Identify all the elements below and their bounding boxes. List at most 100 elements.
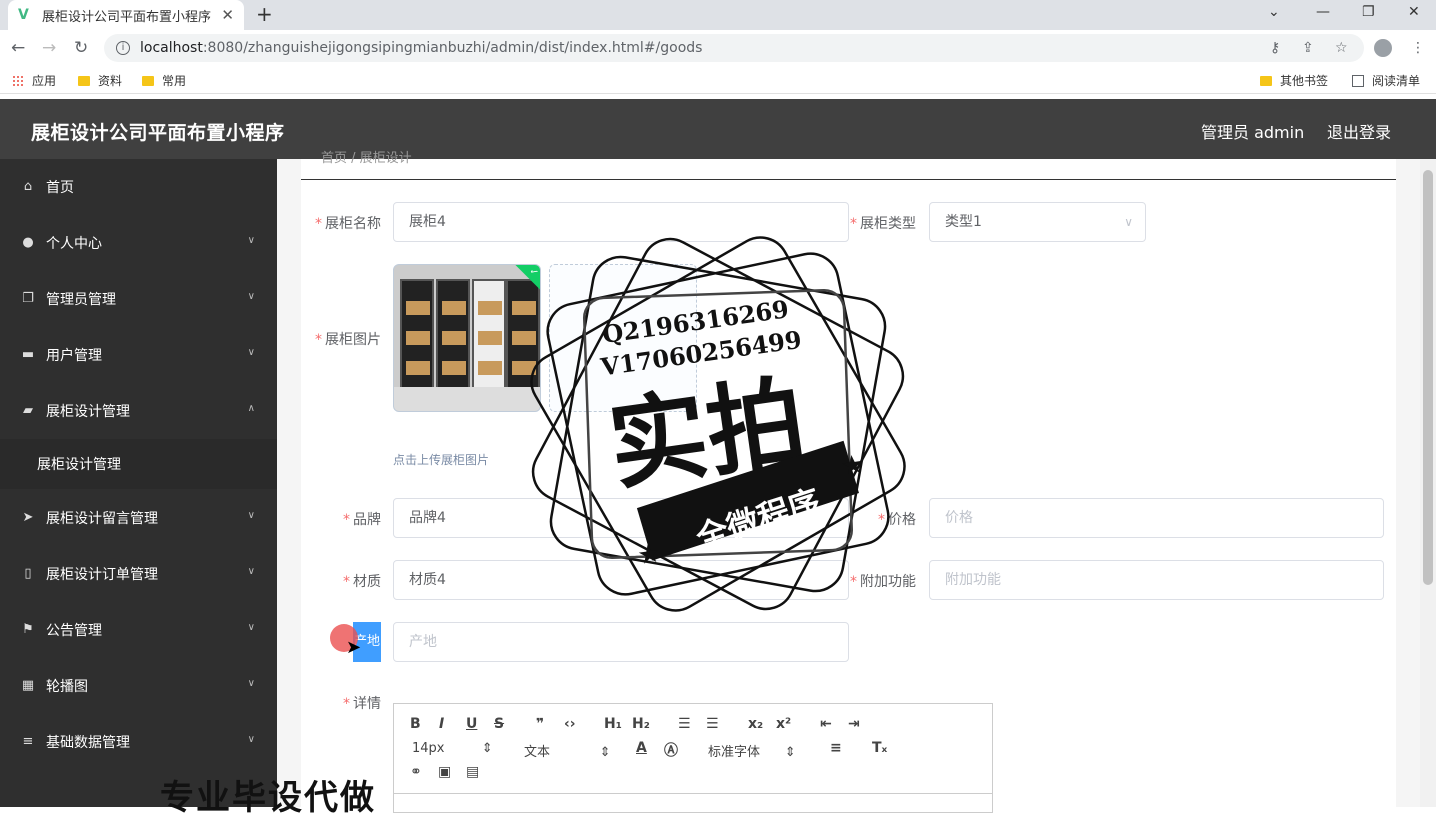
flag-icon: ⚑ (22, 622, 34, 637)
font-family-select[interactable]: 标准字体 ⇕ (708, 741, 796, 760)
sidebar-item-notices[interactable]: ⚑ 公告管理 ∨ (0, 602, 277, 658)
type-select[interactable]: 类型1 ∨ (929, 202, 1146, 242)
user-icon: ● (22, 235, 34, 250)
sidebar-item-profile[interactable]: ● 个人中心 ∨ (0, 215, 277, 271)
reload-icon[interactable]: ↻ (74, 38, 88, 58)
restore-button[interactable]: ❐ (1362, 4, 1375, 20)
font-color-icon[interactable]: A (636, 740, 647, 756)
h1-icon[interactable]: H₁ (604, 716, 622, 732)
sidebar-item-home[interactable]: ⌂ 首页 (0, 159, 277, 215)
new-tab-button[interactable]: + (256, 2, 273, 26)
type-label: * 展柜类型 (850, 216, 916, 232)
breadcrumb: 首页 / 展柜设计 (321, 151, 412, 166)
sidebar-item-carousel[interactable]: ▦ 轮播图 ∨ (0, 658, 277, 714)
sidebar-item-label: 首页 (46, 180, 74, 196)
ordered-list-icon[interactable]: ☰ (678, 716, 691, 732)
submenu-item-design-manage[interactable]: 展柜设计管理 (0, 439, 277, 489)
extra-input[interactable]: 附加功能 (929, 560, 1384, 600)
chevron-down-icon: ∨ (247, 734, 255, 745)
outdent-icon[interactable]: ⇤ (820, 716, 832, 732)
scrollbar-thumb[interactable] (1423, 170, 1433, 585)
back-arrow-icon[interactable]: ← (11, 38, 25, 58)
video-icon[interactable]: ▤ (466, 764, 479, 780)
browser-tab[interactable]: V 展柜设计公司平面布置小程序 ✕ (8, 0, 244, 30)
font-size-select[interactable]: 14px ⇕ (412, 741, 493, 756)
bookmark-folder[interactable]: 常用 (142, 72, 186, 89)
profile-avatar[interactable] (1374, 39, 1392, 57)
bold-icon[interactable]: B (410, 716, 421, 732)
chevron-up-icon: ∧ (247, 403, 255, 414)
sidebar-item-label: 展柜设计留言管理 (46, 511, 158, 527)
divider (301, 179, 1396, 180)
uploaded-image-thumbnail[interactable]: ✓ (393, 264, 541, 412)
copy-icon: ❐ (22, 291, 34, 306)
code-icon[interactable]: ‹› (564, 716, 576, 732)
tab-title: 展柜设计公司平面布置小程序 (42, 9, 212, 25)
bookmark-label: 常用 (162, 74, 187, 88)
bookmark-apps[interactable]: 应用 (12, 72, 56, 89)
rich-text-editor[interactable]: B I U S ❞ ‹› H₁ H₂ ☰ ☰ x₂ x² ⇤ ⇥ 14px ⇕ … (393, 703, 993, 813)
apps-grid-icon (12, 74, 24, 87)
bullet-list-icon[interactable]: ☰ (706, 716, 719, 732)
bookmark-star-icon[interactable]: ☆ (1335, 40, 1348, 56)
other-bookmarks[interactable]: 其他书签 (1260, 72, 1328, 89)
send-icon: ➤ (22, 510, 34, 525)
sidebar-item-orders[interactable]: ▯ 展柜设计订单管理 ∨ (0, 546, 277, 602)
logout-button[interactable]: 退出登录 (1327, 119, 1391, 143)
sidebar-item-label: 展柜设计订单管理 (46, 567, 158, 583)
font-family-value: 标准字体 (708, 745, 761, 760)
close-window-button[interactable]: ✕ (1408, 4, 1420, 20)
sidebar-item-admins[interactable]: ❐ 管理员管理 ∨ (0, 271, 277, 327)
subscript-icon[interactable]: x₂ (748, 716, 763, 732)
folder-icon (78, 75, 90, 86)
image-icon[interactable]: ▣ (438, 764, 451, 780)
sidebar-item-messages[interactable]: ➤ 展柜设计留言管理 ∨ (0, 490, 277, 546)
sidebar-item-design[interactable]: ▰ 展柜设计管理 ∧ (0, 383, 277, 439)
sidebar-item-label: 个人中心 (46, 236, 102, 252)
tab-close-icon[interactable]: ✕ (221, 6, 234, 24)
underline-icon[interactable]: U (466, 716, 477, 732)
strike-icon[interactable]: S (494, 716, 504, 732)
tab-search-icon[interactable]: ⌄ (1268, 4, 1280, 20)
minimize-button[interactable]: — (1316, 4, 1330, 20)
reading-list[interactable]: 阅读清单 (1352, 72, 1420, 89)
chevron-down-icon: ∨ (247, 510, 255, 521)
submenu-label: 展柜设计管理 (37, 457, 121, 473)
sidebar-item-label: 管理员管理 (46, 292, 116, 308)
link-icon[interactable]: ⚭ (410, 764, 422, 780)
h2-icon[interactable]: H₂ (632, 716, 650, 732)
bookmark-label: 应用 (32, 74, 57, 88)
brand-input[interactable]: 品牌4 (393, 498, 849, 538)
material-input[interactable]: 材质4 (393, 560, 849, 600)
browser-tab-strip: V 展柜设计公司平面布置小程序 ✕ + ⌄ — ❐ ✕ (0, 0, 1436, 30)
price-input[interactable]: 价格 (929, 498, 1384, 538)
share-icon[interactable]: ⇪ (1302, 40, 1314, 56)
superscript-icon[interactable]: x² (776, 716, 791, 732)
url-path: :8080/zhanguishejigongsipingmianbuzhi/ad… (202, 40, 703, 56)
chevron-down-icon: ∨ (247, 347, 255, 358)
sidebar-item-users[interactable]: ▬ 用户管理 ∨ (0, 327, 277, 383)
background-color-icon[interactable]: Ⓐ (664, 740, 678, 760)
chevron-down-icon: ∨ (247, 235, 255, 246)
bookmarks-bar: 应用 资料 常用 其他书签 阅读清单 (0, 66, 1436, 94)
name-input[interactable]: 展柜4 (393, 202, 849, 242)
url-input[interactable]: i localhost :8080/zhanguishejigongsiping… (104, 34, 1364, 62)
monitor-icon: ▬ (21, 347, 35, 362)
block-type-select[interactable]: 文本 ⇕ (524, 741, 611, 760)
quote-icon[interactable]: ❞ (536, 716, 544, 732)
sidebar-item-basic-data[interactable]: ≡ 基础数据管理 ∨ (0, 714, 277, 770)
menu-icon: ≡ (22, 734, 34, 749)
image-label: * 展柜图片 (315, 332, 381, 348)
upload-button[interactable] (549, 264, 697, 412)
site-info-icon[interactable]: i (116, 41, 130, 55)
indent-icon[interactable]: ⇥ (848, 716, 860, 732)
key-icon[interactable]: ⚷ (1270, 40, 1280, 56)
more-menu-icon[interactable]: ⋮ (1411, 40, 1425, 56)
clear-format-icon[interactable]: Tₓ (872, 740, 887, 756)
forward-arrow-icon[interactable]: → (42, 38, 56, 58)
align-icon[interactable]: ≡ (830, 740, 842, 756)
italic-icon[interactable]: I (439, 716, 444, 732)
bookmark-folder[interactable]: 资料 (78, 72, 122, 89)
origin-input[interactable]: 产地 (393, 622, 849, 662)
home-icon: ⌂ (23, 179, 33, 194)
